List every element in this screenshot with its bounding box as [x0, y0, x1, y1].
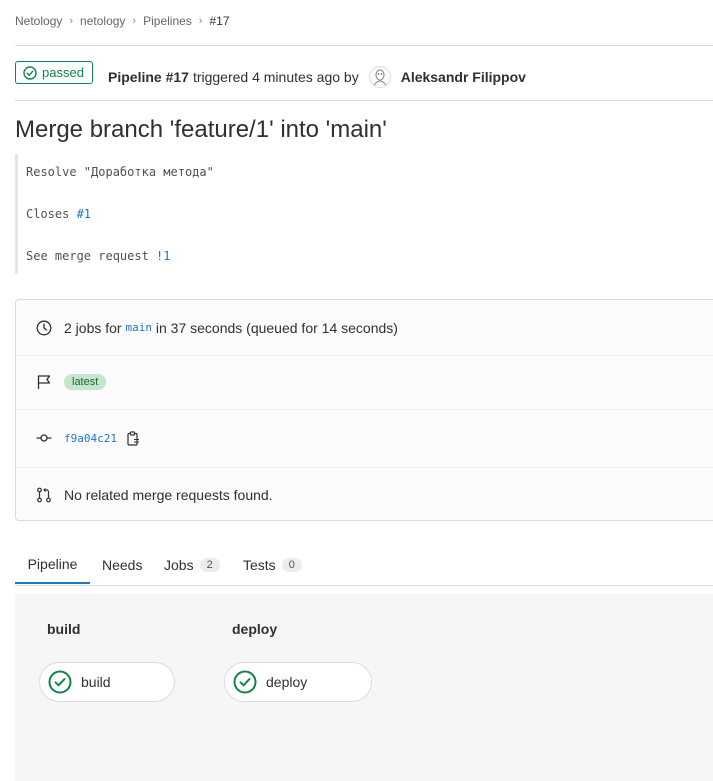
tab-label: Needs	[102, 557, 143, 573]
triggered-text: triggered 4 minutes ago by	[192, 69, 359, 85]
pipeline-label: Pipeline #17	[108, 69, 189, 85]
divider	[15, 100, 713, 101]
pipeline-graph: build deploy build deploy	[15, 594, 713, 781]
status-label: passed	[42, 65, 84, 80]
commit-message: Resolve "Доработка метода" Closes #1 See…	[15, 154, 705, 274]
tab-pipeline[interactable]: Pipeline	[15, 545, 90, 584]
breadcrumb-item-project[interactable]: netology	[80, 14, 125, 28]
tab-label: Pipeline	[27, 555, 78, 572]
tab-needs[interactable]: Needs	[102, 545, 142, 585]
merge-request-icon	[36, 487, 52, 503]
latest-badge: latest	[64, 374, 107, 390]
count-badge: 2	[199, 558, 220, 572]
pipeline-info-box: 2 jobs for main in 37 seconds (queued fo…	[15, 299, 713, 521]
branch-link[interactable]: main	[125, 321, 152, 334]
avatar[interactable]	[368, 66, 391, 88]
status-success-icon	[233, 670, 257, 694]
commit-line: Closes #1	[26, 207, 91, 221]
breadcrumb: Netology › netology › Pipelines › #17	[15, 14, 230, 28]
status-badge[interactable]: passed	[15, 61, 93, 84]
merge-requests-text: No related merge requests found.	[64, 486, 273, 503]
job-label: deploy	[266, 674, 308, 690]
breadcrumb-item-pipelines[interactable]: Pipelines	[143, 14, 192, 28]
merge-request-link[interactable]: !1	[156, 249, 170, 263]
stage-title: build	[47, 621, 81, 637]
issue-link[interactable]: #1	[77, 207, 91, 221]
commit-text: See merge request	[26, 249, 157, 263]
info-row-badges: latest	[16, 355, 713, 410]
status-success-icon	[48, 670, 72, 694]
divider	[15, 45, 713, 46]
chevron-right-icon: ›	[132, 15, 137, 27]
commit-icon	[36, 430, 52, 446]
info-row-duration: 2 jobs for main in 37 seconds (queued fo…	[16, 300, 713, 356]
status-success-icon	[23, 65, 37, 80]
commit-line: Resolve "Доработка метода"	[26, 165, 214, 179]
jobs-prefix: 2 jobs for	[64, 319, 122, 336]
tab-jobs[interactable]: Jobs 2	[164, 545, 220, 585]
clock-icon	[36, 320, 52, 336]
jobs-suffix: in 37 seconds (queued for 14 seconds)	[155, 319, 398, 336]
commit-line: See merge request !1	[26, 249, 171, 263]
flag-icon	[36, 374, 52, 390]
pipeline-tabs: Pipeline Needs Jobs 2 Tests 0	[15, 545, 713, 586]
breadcrumb-current[interactable]: #17	[209, 14, 229, 28]
chevron-right-icon: ›	[69, 15, 74, 27]
page-title: Merge branch 'feature/1' into 'main'	[15, 116, 387, 143]
info-row-commit: f9a04c21	[16, 409, 713, 468]
chevron-right-icon: ›	[198, 15, 203, 27]
job-build[interactable]: build	[39, 662, 175, 702]
job-deploy[interactable]: deploy	[224, 662, 372, 702]
tab-label: Jobs	[164, 557, 194, 573]
job-label: build	[81, 674, 111, 690]
stage-title: deploy	[232, 621, 278, 637]
commit-sha-link[interactable]: f9a04c21	[64, 432, 117, 445]
user-link[interactable]: Aleksandr Filippov	[401, 69, 526, 85]
pipeline-header: Pipeline #17 triggered 4 minutes ago by …	[108, 66, 526, 88]
breadcrumb-item-group[interactable]: Netology	[15, 14, 62, 28]
tab-tests[interactable]: Tests 0	[243, 545, 302, 585]
duration-text: 2 jobs for main in 37 seconds (queued fo…	[64, 320, 398, 336]
copy-icon[interactable]	[127, 430, 140, 446]
count-badge: 0	[281, 558, 302, 572]
info-row-merge-requests: No related merge requests found.	[16, 467, 713, 522]
tab-label: Tests	[243, 557, 276, 573]
commit-text: Closes	[26, 207, 77, 221]
